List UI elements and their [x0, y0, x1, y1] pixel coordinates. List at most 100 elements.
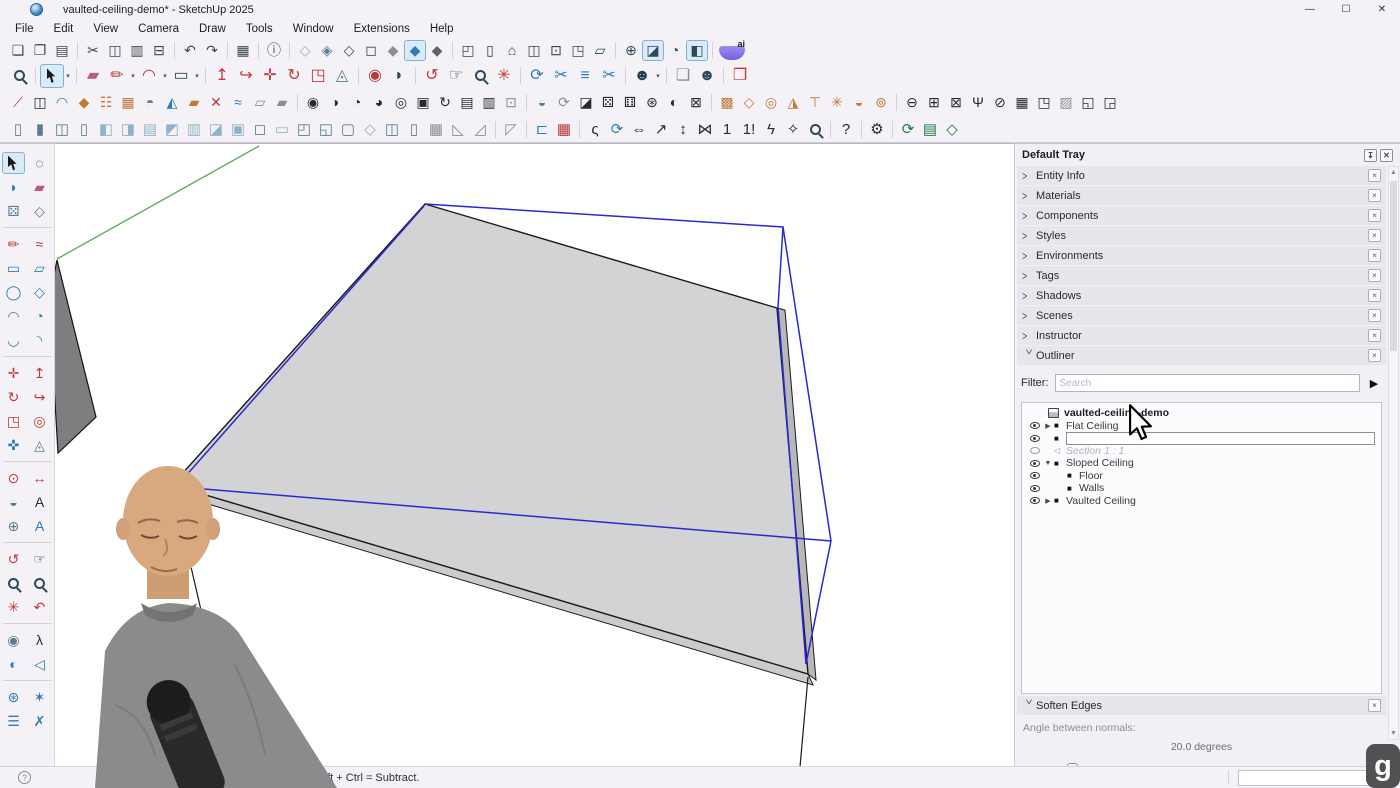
tool-triangles[interactable]: ⋈ — [694, 119, 716, 140]
add-collaborator[interactable]: ☻ — [695, 64, 719, 88]
component-window-6[interactable]: ◻ — [249, 119, 271, 140]
tray-section-materials[interactable]: >Materials× — [1017, 186, 1386, 205]
sync-green[interactable]: ⟳ — [897, 119, 919, 140]
section-plane[interactable]: ⊕ — [620, 40, 642, 61]
component-window-5[interactable]: ▣ — [227, 119, 249, 140]
tag-green[interactable]: ◇ — [941, 119, 963, 140]
eye-visible-icon[interactable] — [1030, 460, 1040, 467]
three-point-arc-tool[interactable]: ◝ — [28, 329, 51, 351]
component-door-5[interactable]: ◧ — [95, 119, 117, 140]
view-back[interactable]: ⊡ — [545, 40, 567, 61]
side-wall-face[interactable] — [55, 260, 96, 453]
move-tool[interactable]: ✛ — [258, 64, 282, 88]
select-tool[interactable] — [2, 152, 25, 174]
tray-scrollbar[interactable]: ▲ ▼ — [1388, 166, 1399, 740]
tree-row[interactable]: ▶■Flat Ceiling — [1024, 420, 1379, 433]
zoom-tool[interactable] — [468, 64, 492, 88]
paste[interactable]: ▥ — [126, 40, 148, 61]
extension-leaf[interactable]: ⊘ — [989, 92, 1011, 113]
section-close-icon[interactable]: × — [1368, 249, 1381, 262]
extension-teapot-a[interactable]: ◔ — [346, 92, 368, 113]
menu-help[interactable]: Help — [420, 19, 464, 38]
extension-goblet[interactable]: ◇ — [738, 92, 760, 113]
ai-assistant[interactable]: ai — [717, 40, 747, 61]
extension-grass[interactable]: Ψ — [967, 92, 989, 113]
view-bottom[interactable]: ▱ — [589, 40, 611, 61]
two-point-arc-tool[interactable]: ◡ — [2, 329, 25, 351]
model-info[interactable]: ⓘ — [263, 40, 285, 61]
section-close-icon[interactable]: × — [1368, 329, 1381, 342]
undo[interactable]: ↶ — [179, 40, 201, 61]
rotate-tool[interactable]: ↻ — [282, 64, 306, 88]
tree-row[interactable]: ■Floor — [1024, 470, 1379, 483]
section-close-icon[interactable]: × — [1368, 289, 1381, 302]
text-tool[interactable]: A — [28, 491, 51, 513]
extension-bracket[interactable]: ◫ — [29, 92, 51, 113]
walk-tool[interactable]: λ — [28, 629, 51, 651]
component-window-4[interactable]: ◪ — [205, 119, 227, 140]
freehand-tool[interactable]: ≈ — [28, 233, 51, 255]
line-tool[interactable]: ✏ — [105, 64, 129, 88]
redo[interactable]: ↷ — [201, 40, 223, 61]
cut[interactable]: ✂ — [82, 40, 104, 61]
style-shaded[interactable]: ◆ — [382, 40, 404, 61]
extension-s-curve[interactable]: ◠ — [51, 92, 73, 113]
extension-cube-hand[interactable]: ⊠ — [685, 92, 707, 113]
eye-hidden-icon[interactable] — [1030, 447, 1040, 454]
section-close-icon[interactable]: × — [1368, 309, 1381, 322]
component-window-9[interactable]: ◱ — [315, 119, 337, 140]
view-front[interactable]: ⌂ — [501, 40, 523, 61]
rectangle-tool[interactable]: ▭ — [2, 257, 25, 279]
save-file[interactable]: ▤ — [51, 40, 73, 61]
arc-tool[interactable]: ◠ — [2, 305, 25, 327]
menu-edit[interactable]: Edit — [44, 19, 84, 38]
3d-text-tool[interactable]: A — [28, 515, 51, 537]
extension-sail[interactable]: ◮ — [782, 92, 804, 113]
component-door-6[interactable]: ◨ — [117, 119, 139, 140]
geolocation-icon[interactable]: ? — [18, 771, 31, 784]
eye-visible-icon[interactable] — [1030, 485, 1040, 492]
view-top[interactable]: ▯ — [479, 40, 501, 61]
extension-curve-tool[interactable]: ≈ — [227, 92, 249, 113]
style-wireframe[interactable]: ◇ — [338, 40, 360, 61]
section-display[interactable]: ◧ — [686, 40, 708, 61]
extension-pencil-curve[interactable]: ⟋ — [7, 92, 29, 113]
stamp-tool[interactable]: ⚄ — [2, 200, 25, 222]
component-door-3[interactable]: ◫ — [51, 119, 73, 140]
solid-outer-shell[interactable]: ✂ — [549, 64, 573, 88]
extension-ring[interactable]: ◎ — [760, 92, 782, 113]
menu-file[interactable]: File — [5, 19, 44, 38]
scale-tool[interactable]: ◳ — [2, 410, 25, 432]
style-hidden-line[interactable]: ◻ — [360, 40, 382, 61]
menu-camera[interactable]: Camera — [128, 19, 189, 38]
tray-section-instructor[interactable]: >Instructor× — [1017, 326, 1386, 345]
offset-tool[interactable]: ◬ — [330, 64, 354, 88]
menu-view[interactable]: View — [83, 19, 128, 38]
extension-browser[interactable]: ▥ — [478, 92, 500, 113]
extension-stack-plus[interactable]: ▩ — [716, 92, 738, 113]
settings-gear[interactable]: ⚙ — [866, 119, 888, 140]
extension-panel[interactable]: ◭ — [161, 92, 183, 113]
extension-teapot-b[interactable]: ◕ — [368, 92, 390, 113]
tool-one-exclaim[interactable]: 1! — [738, 119, 760, 140]
tool-lasso[interactable]: ς — [584, 119, 606, 140]
chevron-down-icon[interactable]: ▾ — [129, 72, 137, 80]
tool-lightning[interactable]: ϟ — [760, 119, 782, 140]
protractor-tool[interactable]: ◒ — [2, 491, 25, 513]
circle-tool[interactable]: ◯ — [2, 281, 25, 303]
component-window-3[interactable]: ▥ — [183, 119, 205, 140]
dimensions-tool[interactable]: ◬ — [28, 434, 51, 456]
extension-dice-b[interactable]: ⚅ — [619, 92, 641, 113]
pan-tool[interactable]: ☞ — [444, 64, 468, 88]
paint-bucket-tool[interactable]: ◗ — [2, 176, 25, 198]
section-close-icon[interactable]: × — [1368, 699, 1381, 712]
tape-measure-tool[interactable]: ⊙ — [2, 467, 25, 489]
component-window-10[interactable]: ▢ — [337, 119, 359, 140]
tray-section-components[interactable]: >Components× — [1017, 206, 1386, 225]
extension-sphere-slice[interactable]: ◒ — [531, 92, 553, 113]
tray-pin-icon[interactable]: ↧ — [1364, 149, 1377, 162]
select-tool[interactable] — [40, 64, 64, 88]
section-close-icon[interactable]: × — [1368, 209, 1381, 222]
tray-section-styles[interactable]: >Styles× — [1017, 226, 1386, 245]
section-cuts[interactable]: ◪ — [642, 40, 664, 61]
